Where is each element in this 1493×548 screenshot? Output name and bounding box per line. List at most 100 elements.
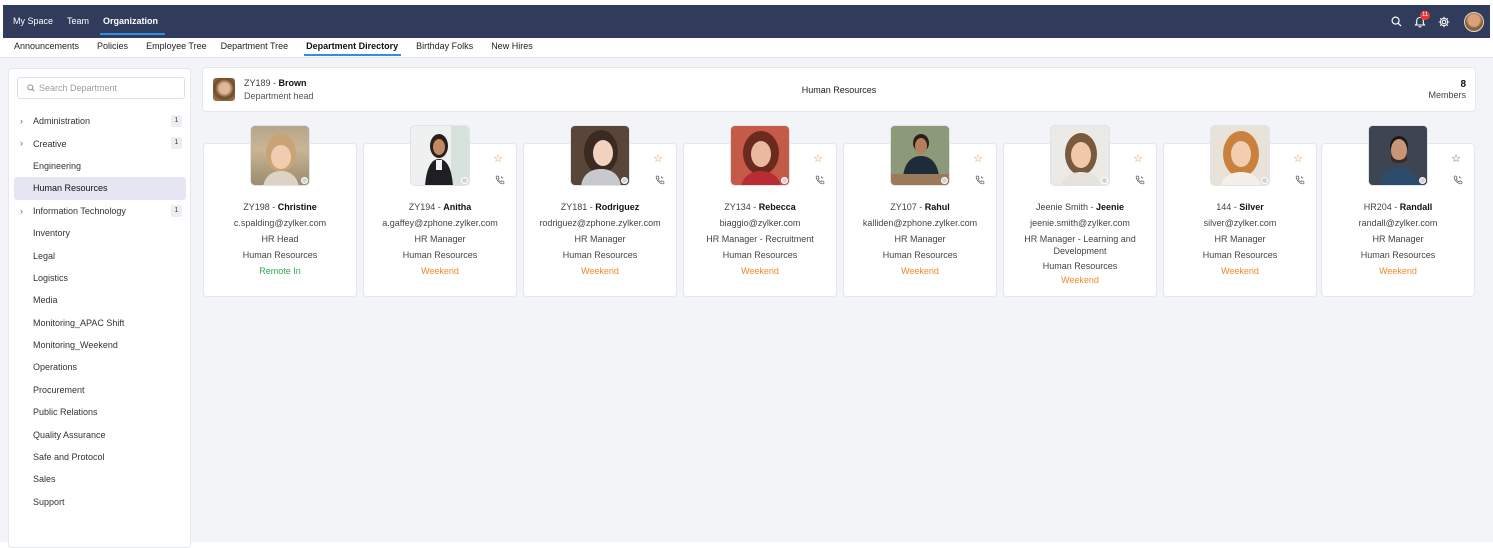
employee-department: Human Resources: [882, 250, 958, 260]
dept-count: 1: [171, 204, 182, 217]
tab-team[interactable]: Team: [60, 5, 96, 38]
dept-item-engineering[interactable]: Engineering: [14, 155, 186, 177]
tab-department-tree[interactable]: Department Tree: [212, 38, 298, 58]
dept-item-creative[interactable]: › Creative 1: [14, 132, 186, 154]
chevron-right-icon[interactable]: ›: [20, 116, 23, 126]
tab-new-hires[interactable]: New Hires: [482, 38, 542, 58]
phone-icon[interactable]: [1135, 175, 1145, 185]
dept-item-safe-and-protocol[interactable]: Safe and Protocol: [14, 446, 186, 468]
employee-email[interactable]: jeenie.smith@zylker.com: [1004, 215, 1156, 231]
dept-item-information-technology[interactable]: › Information Technology 1: [14, 200, 186, 222]
chevron-right-icon[interactable]: ›: [20, 206, 23, 216]
search-icon[interactable]: [1384, 5, 1408, 38]
dept-label: Public Relations: [33, 407, 98, 418]
dept-item-operations[interactable]: Operations: [14, 356, 186, 378]
employee-email[interactable]: randall@zylker.com: [1322, 215, 1474, 231]
dept-item-monitoring-apac-shift[interactable]: Monitoring_APAC Shift: [14, 312, 186, 334]
employee-name: ZY198 - Christine: [243, 202, 317, 212]
employee-department: Human Resources: [242, 250, 318, 260]
employee-card[interactable]: ☆ HR204 - Randall randall@zylker.com HR …: [1321, 125, 1475, 297]
department-list: › Administration 1 › Creative 1 Engineering …: [14, 110, 186, 513]
dept-item-administration[interactable]: › Administration 1: [14, 110, 186, 132]
employee-name: ZY134 - Rebecca: [724, 202, 796, 212]
employee-email[interactable]: a.gaffey@zphone.zylker.com: [364, 215, 516, 231]
dept-label: Inventory: [33, 228, 71, 239]
employee-photo[interactable]: [1210, 125, 1270, 186]
employee-photo[interactable]: [250, 125, 310, 186]
dept-item-support[interactable]: Support: [14, 491, 186, 513]
favorite-star-icon[interactable]: ☆: [493, 154, 503, 165]
employee-card[interactable]: ☆ 144 - Silver silver@zylker.com HR Mana…: [1163, 125, 1317, 297]
employee-photo[interactable]: [1050, 125, 1110, 186]
employee-email[interactable]: c.spalding@zylker.com: [204, 215, 356, 231]
employee-card[interactable]: ☆ ZY181 - Rodriguez rodriguez@zphone.zyl…: [523, 125, 677, 297]
favorite-star-icon[interactable]: ☆: [1133, 154, 1143, 165]
favorite-star-icon[interactable]: ☆: [813, 154, 823, 165]
employee-status: Weekend: [1221, 266, 1259, 276]
employee-first-name: Silver: [1239, 202, 1264, 212]
favorite-star-icon[interactable]: ☆: [973, 154, 983, 165]
phone-icon[interactable]: [975, 175, 985, 185]
notification-bell-icon[interactable]: 11: [1408, 5, 1432, 38]
employee-email[interactable]: silver@zylker.com: [1164, 215, 1316, 231]
employee-email[interactable]: biaggio@zylker.com: [684, 215, 836, 231]
employee-email[interactable]: rodriguez@zphone.zylker.com: [524, 215, 676, 231]
employee-id: ZY181: [560, 202, 588, 212]
employee-role: HR Manager: [894, 234, 946, 244]
employee-info: ZY107 - Rahul kalliden@zphone.zylker.com…: [844, 199, 996, 279]
favorite-star-icon[interactable]: ☆: [1293, 154, 1303, 165]
dept-item-human-resources[interactable]: Human Resources: [14, 177, 186, 200]
phone-icon[interactable]: [1453, 175, 1463, 185]
dept-item-logistics[interactable]: Logistics: [14, 267, 186, 289]
employee-card[interactable]: ☆ ZY107 - Rahul kalliden@zphone.zylker.c…: [843, 125, 997, 297]
dept-item-public-relations[interactable]: Public Relations: [14, 401, 186, 423]
employee-card[interactable]: ☆ ZY134 - Rebecca biaggio@zylker.com HR …: [683, 125, 837, 297]
phone-icon[interactable]: [1295, 175, 1305, 185]
employee-photo[interactable]: [570, 125, 630, 186]
favorite-star-icon[interactable]: ☆: [653, 154, 663, 165]
dept-item-quality-assurance[interactable]: Quality Assurance: [14, 423, 186, 445]
dept-item-legal[interactable]: Legal: [14, 244, 186, 266]
employee-photo[interactable]: [730, 125, 790, 186]
employee-email[interactable]: kalliden@zphone.zylker.com: [844, 215, 996, 231]
employee-card[interactable]: ☆ Jeenie Smith - Jeenie jeenie.smith@zyl…: [1003, 125, 1157, 297]
employee-name: 144 - Silver: [1216, 202, 1264, 212]
employee-role: HR Manager: [1372, 234, 1424, 244]
notification-badge: 11: [1420, 11, 1431, 20]
favorite-star-icon[interactable]: ☆: [1451, 154, 1461, 165]
phone-icon[interactable]: [655, 175, 665, 185]
tab-announcements[interactable]: Announcements: [0, 38, 88, 58]
phone-icon[interactable]: [495, 175, 505, 185]
tab-organization[interactable]: Organization: [96, 5, 166, 38]
dept-label: Legal: [33, 250, 56, 261]
dept-item-monitoring-weekend[interactable]: Monitoring_Weekend: [14, 334, 186, 356]
employee-card[interactable]: ZY198 - Christine c.spalding@zylker.com …: [203, 125, 357, 297]
phone-icon[interactable]: [815, 175, 825, 185]
employee-photo[interactable]: [890, 125, 950, 186]
settings-gear-icon[interactable]: [1432, 5, 1456, 38]
presence-dot: [1261, 177, 1268, 184]
employee-status: Weekend: [901, 266, 939, 276]
employee-photo[interactable]: [1368, 125, 1428, 186]
tab-department-directory[interactable]: Department Directory: [297, 38, 407, 58]
employee-role: HR Manager: [1214, 234, 1266, 244]
dept-label: Sales: [33, 474, 56, 485]
tab-policies[interactable]: Policies: [88, 38, 137, 58]
employee-role: HR Manager: [414, 234, 466, 244]
dept-label: Procurement: [33, 384, 85, 395]
member-count-value: 8: [1460, 79, 1466, 90]
dept-item-procurement[interactable]: Procurement: [14, 379, 186, 401]
user-avatar[interactable]: [1464, 11, 1484, 32]
search-department-input[interactable]: [39, 83, 169, 93]
tab-my-space[interactable]: My Space: [3, 5, 60, 38]
dept-item-media[interactable]: Media: [14, 289, 186, 311]
dept-item-inventory[interactable]: Inventory: [14, 222, 186, 244]
employee-id: ZY134: [724, 202, 751, 212]
tab-birthday-folks[interactable]: Birthday Folks: [407, 38, 482, 58]
dept-label: Information Technology: [33, 205, 126, 216]
dept-item-sales[interactable]: Sales: [14, 468, 186, 490]
employee-photo[interactable]: [410, 125, 470, 186]
chevron-right-icon[interactable]: ›: [20, 138, 23, 148]
employee-card[interactable]: ☆ ZY194 - Anitha a.gaffey@zphone.zylker.…: [363, 125, 517, 297]
tab-employee-tree[interactable]: Employee Tree: [137, 38, 212, 58]
